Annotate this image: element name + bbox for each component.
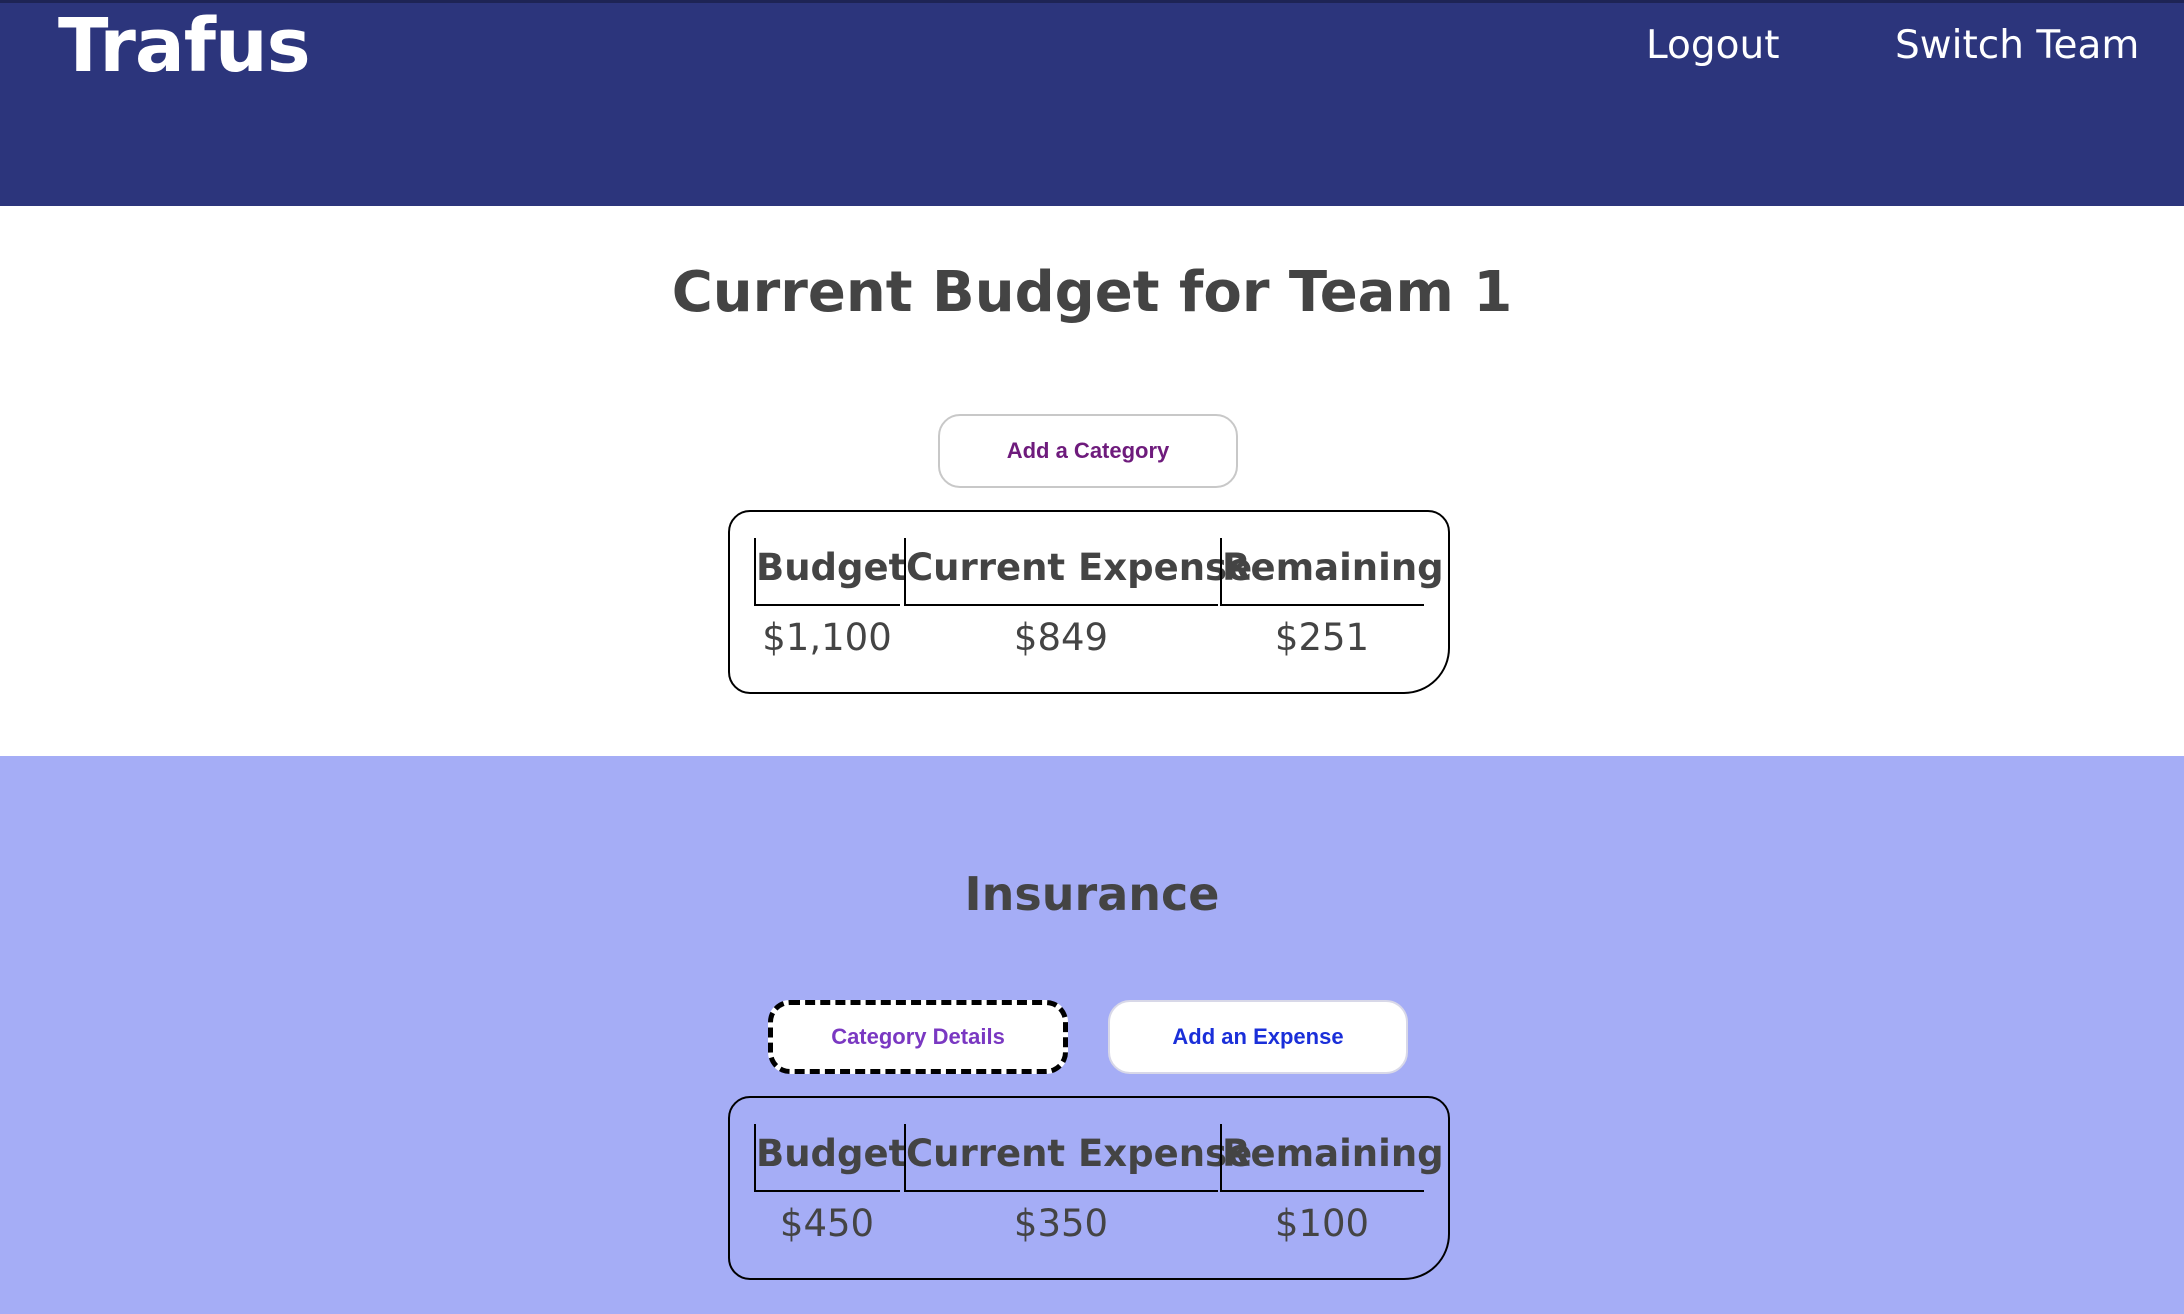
remaining-column: Remaining $251 — [1220, 538, 1444, 666]
add-expense-button[interactable]: Add an Expense — [1108, 1000, 1408, 1074]
switch-team-link[interactable]: Switch Team — [1895, 21, 2139, 71]
category-card-insurance: Insurance Category Details Add an Expens… — [0, 756, 2184, 1314]
remaining-header: Remaining — [1220, 1124, 1444, 1192]
page-title: Current Budget for Team 1 — [671, 260, 1513, 325]
remaining-value: $251 — [1274, 616, 1370, 659]
current-expense-value: $849 — [1013, 616, 1109, 659]
navbar: Trafus Logout Switch Team — [0, 0, 2184, 206]
current-expense-column: Current Expense $849 — [904, 538, 1252, 666]
category-budget-table: Budget $450 Current Expense $350 Remaini… — [728, 1096, 1450, 1280]
current-expense-header: Current Expense — [904, 1124, 1252, 1192]
budget-value: $1,100 — [762, 616, 892, 659]
team-budget-summary-table: Budget $1,100 Current Expense $849 Remai… — [728, 510, 1450, 694]
budget-column: Budget $450 — [754, 1124, 906, 1252]
logout-link[interactable]: Logout — [1646, 21, 1780, 71]
budget-header: Budget — [754, 1124, 906, 1192]
budget-overview-section: Current Budget for Team 1 Add a Category… — [0, 206, 2184, 756]
remaining-header: Remaining — [1220, 538, 1444, 606]
current-expense-value: $350 — [1013, 1202, 1109, 1245]
budget-value: $450 — [779, 1202, 875, 1245]
brand-logo[interactable]: Trafus — [58, 3, 311, 89]
budget-header: Budget — [754, 538, 906, 606]
remaining-column: Remaining $100 — [1220, 1124, 1444, 1252]
category-title: Insurance — [964, 867, 1220, 921]
category-details-button[interactable]: Category Details — [768, 1000, 1068, 1074]
remaining-value: $100 — [1274, 1202, 1370, 1245]
budget-column: Budget $1,100 — [754, 538, 906, 666]
current-expense-header: Current Expense — [904, 538, 1252, 606]
current-expense-column: Current Expense $350 — [904, 1124, 1252, 1252]
add-category-button[interactable]: Add a Category — [938, 414, 1238, 488]
